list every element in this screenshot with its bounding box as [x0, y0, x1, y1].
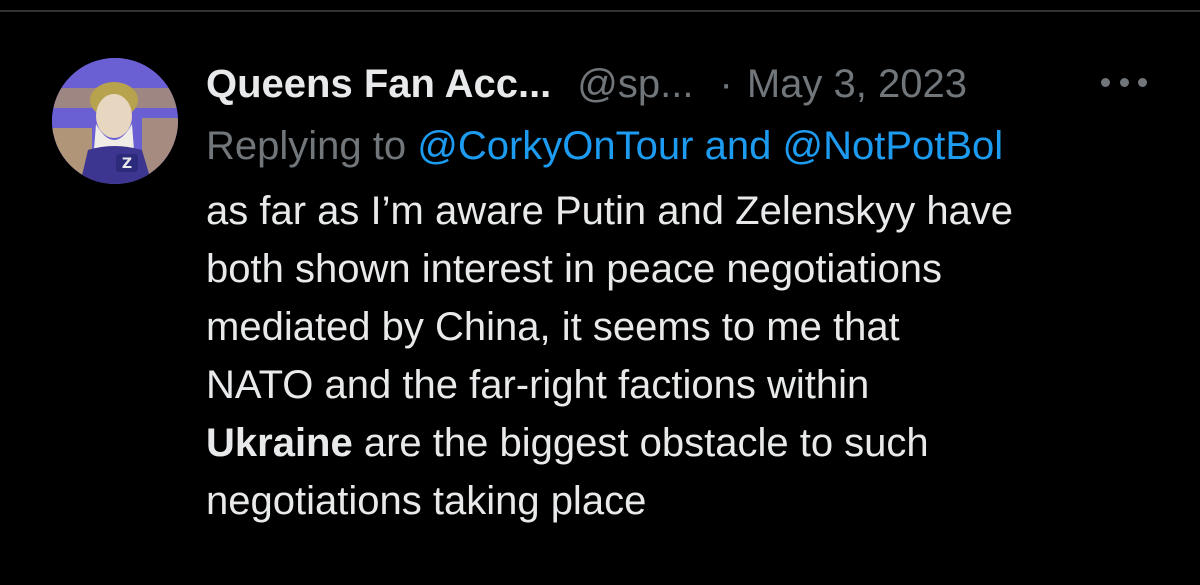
tweet-text-line: NATO and the far-right factions within — [206, 363, 870, 407]
header-separator: · — [719, 62, 733, 106]
user-handle[interactable]: @sp... — [577, 56, 693, 112]
more-dot — [1119, 77, 1129, 87]
tweet-date[interactable]: May 3, 2023 — [747, 56, 967, 112]
tweet-text-line: Ukraine are the biggest obstacle to such — [206, 414, 1166, 472]
avatar-image: Z — [52, 58, 178, 184]
tweet-text-line: mediated by China, it seems to me that — [206, 305, 900, 349]
mention-link[interactable]: @NotPotBol — [782, 124, 1003, 168]
tweet-header: Queens Fan Acc... @sp... · May 3, 2023 — [206, 56, 1166, 112]
mention-link[interactable]: @CorkyOnTour — [417, 124, 693, 168]
avatar[interactable]: Z — [52, 58, 178, 184]
tweet-text-fragment: are the biggest obstacle to such — [352, 421, 929, 465]
replying-to-label: Replying to — [206, 124, 407, 168]
reply-context: Replying to @CorkyOnTour and @NotPotBol — [206, 120, 1166, 172]
bold-text: Ukraine — [206, 421, 353, 465]
tweet-text: as far as I’m aware Putin and Zelenskyy … — [206, 182, 1166, 530]
tweet-text-line: negotiations taking place — [206, 479, 647, 523]
top-divider — [0, 10, 1200, 12]
tweet: Queens Fan Acc... @sp... · May 3, 2023 R… — [206, 56, 1166, 530]
more-dot — [1138, 77, 1147, 87]
reply-conjunction[interactable]: and — [705, 124, 772, 168]
more-horizontal-icon[interactable] — [1101, 62, 1147, 102]
display-name[interactable]: Queens Fan Acc... — [206, 56, 551, 112]
svg-text:Z: Z — [122, 156, 132, 172]
more-dot — [1101, 77, 1110, 87]
tweet-text-line: as far as I’m aware Putin and Zelenskyy … — [206, 189, 1014, 233]
tweet-text-line: both shown interest in peace negotiation… — [206, 247, 943, 291]
